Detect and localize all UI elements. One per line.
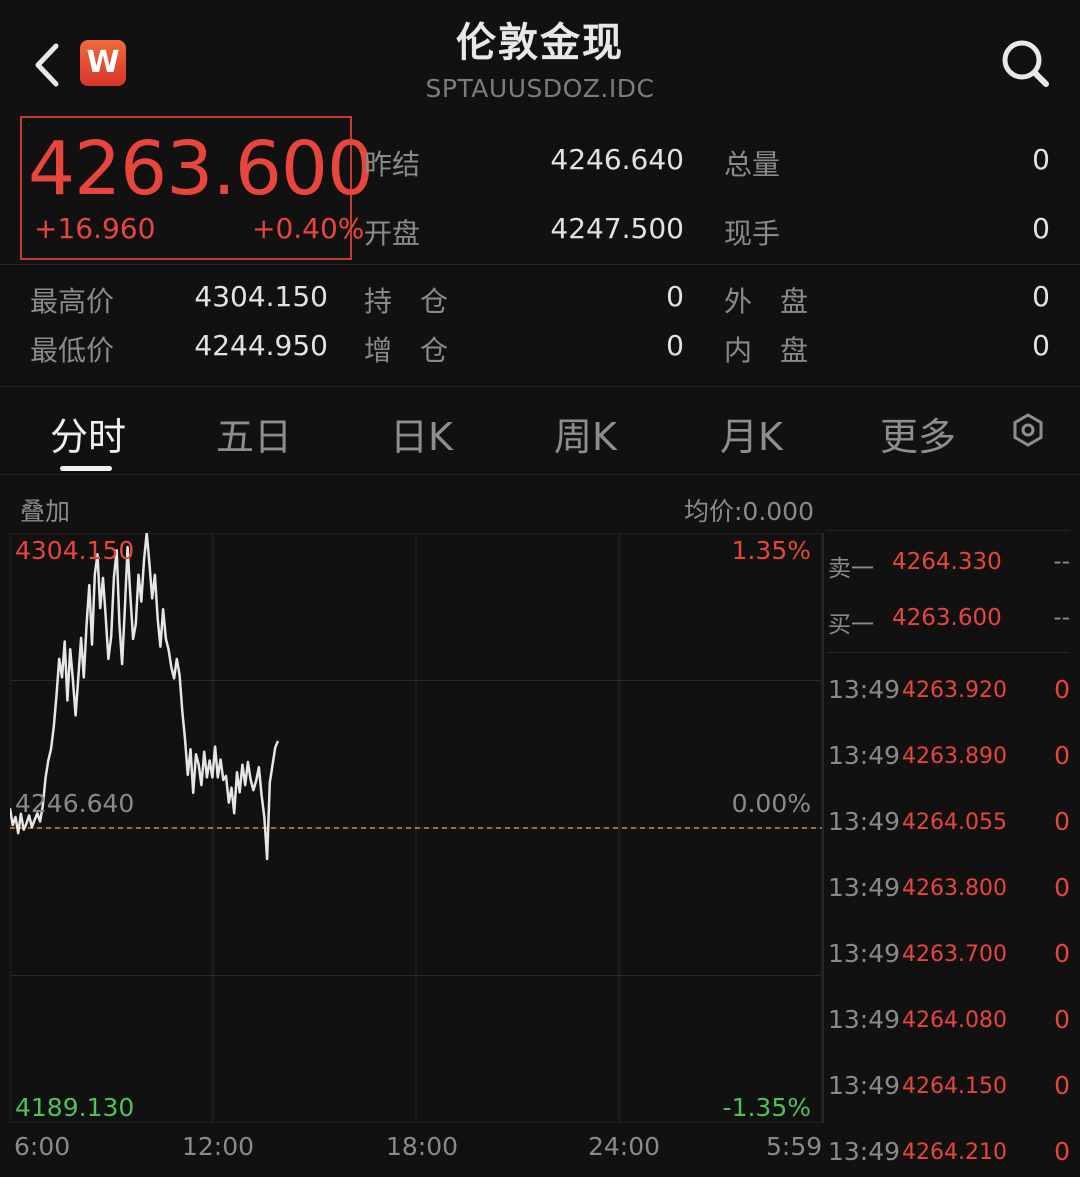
oi-change-value: 0 — [666, 329, 684, 362]
high-value: 4304.150 — [194, 280, 328, 313]
tick-time: 13:49 — [828, 741, 901, 770]
x-tick-label: 6:00 — [14, 1132, 71, 1161]
overlay-button[interactable]: 叠加 — [20, 492, 70, 528]
ask-price: 4264.330 — [892, 549, 1002, 575]
bid-price: 4263.600 — [892, 605, 1002, 631]
open-value: 4247.500 — [550, 212, 684, 245]
inner-label: 内 盘 — [724, 334, 809, 367]
outer-label: 外 盘 — [724, 285, 809, 318]
prev-settle-label: 昨结 — [364, 148, 421, 181]
pct-max-label: 1.35% — [732, 536, 811, 565]
x-tick-label: 5:59 — [766, 1132, 823, 1161]
current-hand-label: 现手 — [724, 217, 781, 250]
tick-price: 4264.210 — [902, 1140, 1007, 1165]
outer-value: 0 — [1032, 280, 1050, 313]
tick-time: 13:49 — [828, 1137, 901, 1166]
tab-five-day[interactable]: 五日 — [216, 406, 292, 461]
divider — [826, 652, 1070, 653]
panel-separator — [822, 533, 824, 1123]
open-label: 开盘 — [364, 217, 421, 250]
tick-time: 13:49 — [828, 1071, 901, 1100]
open-interest-label: 持 仓 — [364, 285, 449, 318]
prev-settle-value: 4246.640 — [550, 143, 684, 176]
last-price: 4263.600 — [28, 126, 374, 212]
tick-price: 4263.700 — [902, 942, 1007, 967]
x-tick-label: 12:00 — [182, 1132, 255, 1161]
tab-weekly-k[interactable]: 周K — [554, 406, 617, 461]
tick-volume: 0 — [1054, 741, 1070, 770]
active-tab-indicator — [60, 466, 112, 471]
intraday-chart[interactable]: 4304.150 4246.640 4189.130 1.35% 0.00% -… — [10, 533, 822, 1123]
y-min-label: 4189.130 — [15, 1093, 134, 1122]
y-mid-label: 4246.640 — [15, 789, 134, 818]
tick-time: 13:49 — [828, 939, 901, 968]
ask-volume: -- — [1053, 549, 1070, 575]
high-label: 最高价 — [30, 285, 115, 318]
price-change: +16.960 — [34, 212, 156, 245]
bid-label: 买一 — [828, 612, 874, 638]
divider — [0, 474, 1080, 475]
pct-min-label: -1.35% — [723, 1093, 811, 1122]
low-value: 4244.950 — [194, 329, 328, 362]
search-icon — [1002, 40, 1049, 87]
current-hand-value: 0 — [1032, 212, 1050, 245]
tick-price: 4263.800 — [902, 876, 1007, 901]
ask-label: 卖一 — [828, 556, 874, 582]
search-button[interactable] — [998, 36, 1052, 90]
symbol-code: SPTAUUSDOZ.IDC — [425, 74, 655, 103]
tick-price: 4263.890 — [902, 744, 1007, 769]
inner-value: 0 — [1032, 329, 1050, 362]
open-interest-value: 0 — [666, 280, 684, 313]
tick-price: 4264.080 — [902, 1008, 1007, 1033]
pct-mid-label: 0.00% — [732, 789, 811, 818]
x-tick-label: 18:00 — [386, 1132, 459, 1161]
tick-time: 13:49 — [828, 675, 901, 704]
tick-volume: 0 — [1054, 1005, 1070, 1034]
tick-time: 13:49 — [828, 1005, 901, 1034]
tick-time: 13:49 — [828, 873, 901, 902]
tick-volume: 0 — [1054, 873, 1070, 902]
tick-time: 13:49 — [828, 807, 901, 836]
y-max-label: 4304.150 — [15, 536, 134, 565]
page-title: 伦敦金现 — [456, 20, 624, 66]
chart-settings-button[interactable] — [1010, 412, 1046, 452]
total-volume-label: 总量 — [724, 148, 781, 181]
tick-volume: 0 — [1054, 1071, 1070, 1100]
tick-volume: 0 — [1054, 1137, 1070, 1166]
divider — [0, 264, 1080, 265]
tick-volume: 0 — [1054, 675, 1070, 704]
total-volume-value: 0 — [1032, 143, 1050, 176]
price-change-pct: +0.40% — [252, 212, 365, 245]
tab-monthly-k[interactable]: 月K — [720, 406, 783, 461]
tick-volume: 0 — [1054, 807, 1070, 836]
oi-change-label: 增 仓 — [364, 334, 449, 367]
low-label: 最低价 — [30, 334, 115, 367]
tick-price: 4264.150 — [902, 1074, 1007, 1099]
divider — [0, 386, 1080, 387]
x-tick-label: 24:00 — [588, 1132, 661, 1161]
avg-price-label: 均价:0.000 — [684, 497, 814, 526]
tick-price: 4264.055 — [902, 810, 1007, 835]
tab-daily-k[interactable]: 日K — [390, 406, 453, 461]
divider — [826, 530, 1070, 531]
tab-more[interactable]: 更多 — [880, 406, 956, 461]
tick-price: 4263.920 — [902, 678, 1007, 703]
bid-volume: -- — [1053, 605, 1070, 631]
settings-hexagon-icon — [1013, 413, 1043, 447]
tab-intraday[interactable]: 分时 — [50, 406, 126, 461]
tick-volume: 0 — [1054, 939, 1070, 968]
